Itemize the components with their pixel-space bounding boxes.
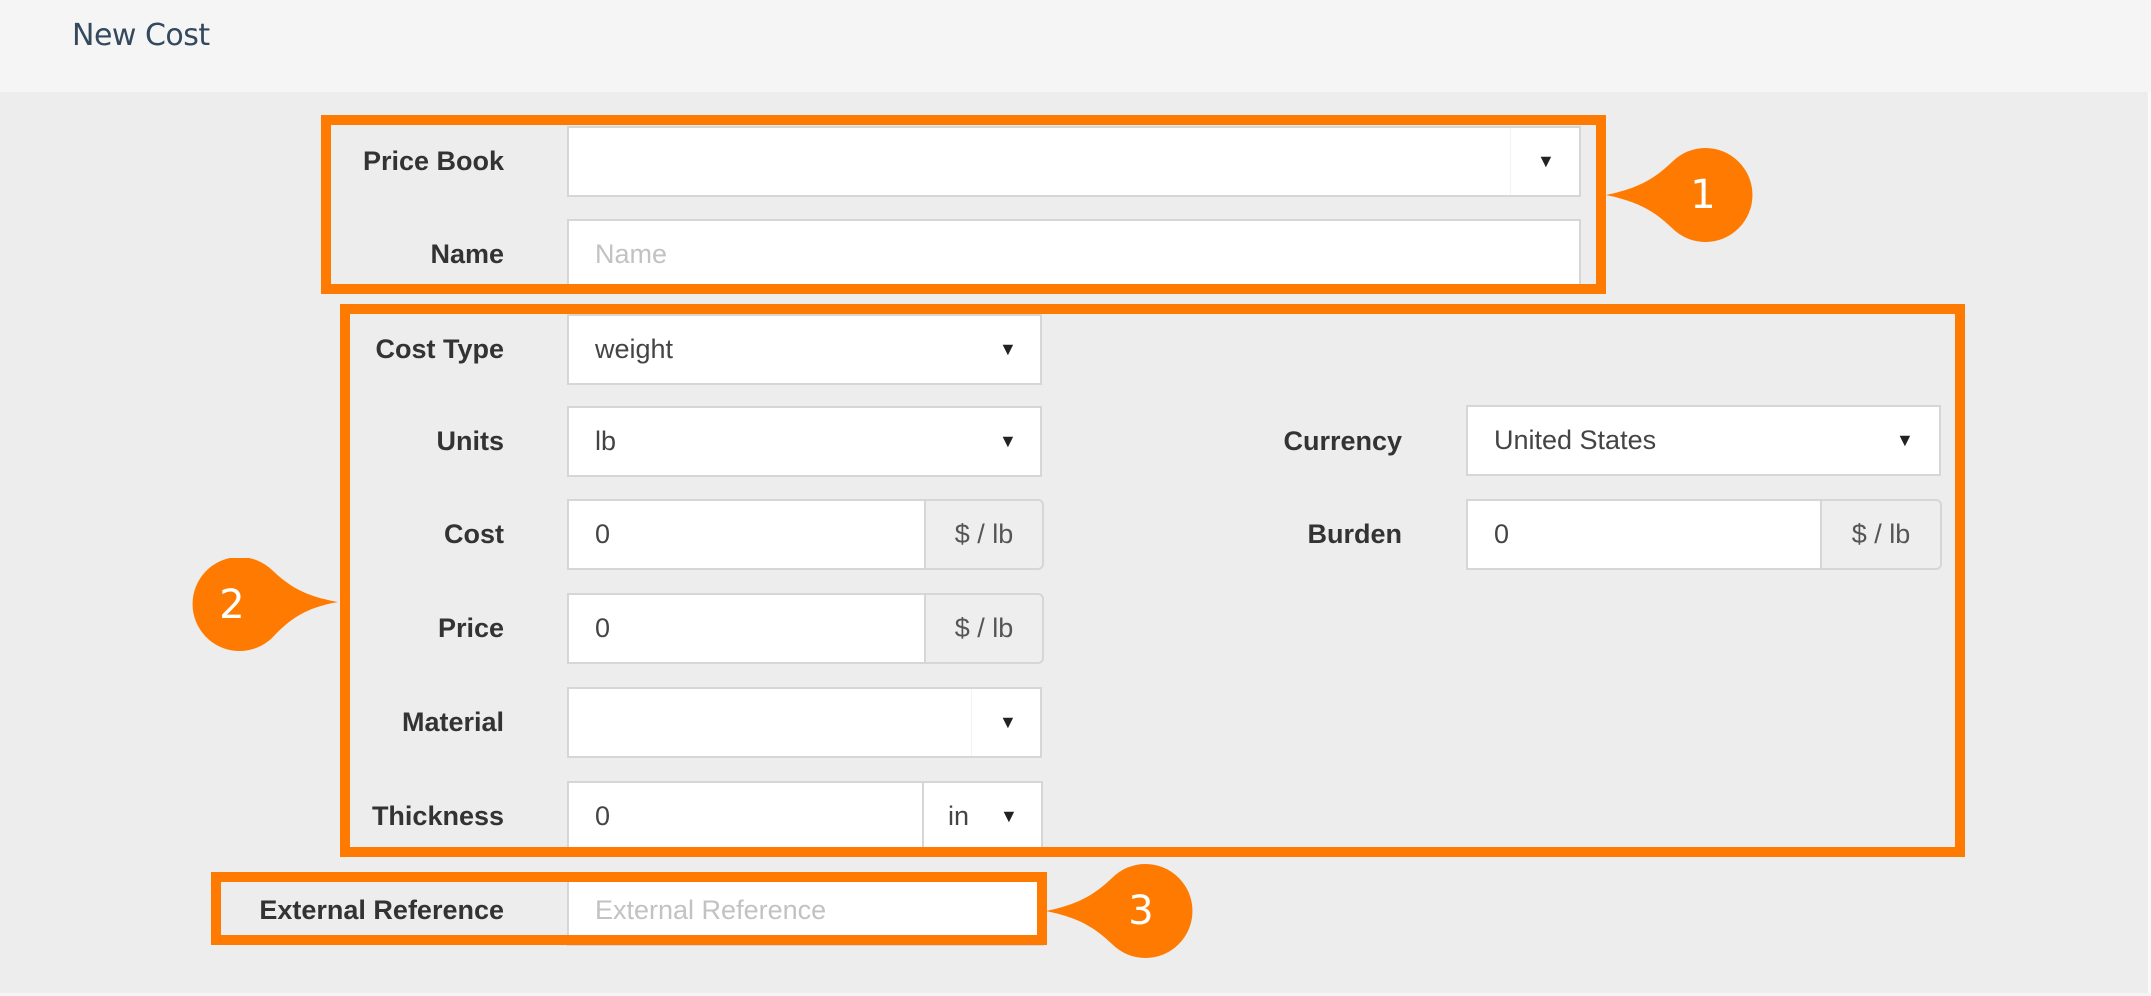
price-field[interactable]: 0 $ / lb: [567, 593, 1044, 664]
chevron-down-icon[interactable]: ▼: [1896, 407, 1914, 474]
cost-type-label: Cost Type: [375, 334, 504, 364]
callout-2: 2: [184, 557, 344, 654]
units-label: Units: [436, 426, 505, 456]
units-select[interactable]: lb ▼: [567, 406, 1042, 477]
burden-field[interactable]: 0 $ / lb: [1466, 499, 1942, 570]
burden-unit-addon: $ / lb: [1820, 499, 1942, 570]
chevron-down-icon[interactable]: ▼: [999, 408, 1017, 475]
cost-value[interactable]: 0: [595, 501, 610, 568]
chevron-down-icon[interactable]: ▼: [999, 689, 1017, 756]
callout-1: 1: [1600, 148, 1760, 244]
callout-shape-icon: [1046, 864, 1193, 958]
name-input[interactable]: [569, 221, 1579, 288]
select-separator: [1510, 128, 1511, 195]
currency-label: Currency: [1283, 426, 1402, 456]
price-value[interactable]: 0: [595, 595, 610, 662]
burden-label: Burden: [1307, 519, 1403, 549]
material-label: Material: [401, 707, 504, 737]
cost-label: Cost: [444, 519, 504, 549]
currency-select[interactable]: United States ▼: [1466, 405, 1941, 476]
chevron-down-icon[interactable]: ▼: [999, 316, 1017, 383]
callout-number: 2: [219, 582, 245, 628]
callout-shape-icon: [192, 557, 338, 651]
highlight-box-2: [340, 304, 1965, 857]
cost-unit-addon: $ / lb: [924, 499, 1044, 570]
name-field[interactable]: [567, 219, 1581, 290]
chevron-down-icon[interactable]: ▼: [1000, 783, 1018, 850]
thickness-label: Thickness: [371, 801, 504, 831]
burden-value[interactable]: 0: [1494, 501, 1509, 568]
cost-type-value: weight: [595, 334, 674, 364]
price-label: Price: [437, 613, 504, 643]
page-header: New Cost: [0, 0, 2151, 92]
callout-number: 1: [1690, 172, 1716, 218]
chevron-down-icon[interactable]: ▼: [1537, 128, 1555, 195]
name-label: Name: [430, 239, 504, 269]
currency-value: United States: [1494, 425, 1657, 455]
thickness-field[interactable]: 0: [567, 781, 924, 857]
material-select[interactable]: ▼: [567, 687, 1042, 758]
price-book-label: Price Book: [362, 146, 504, 176]
callout-number: 3: [1128, 888, 1154, 934]
cost-field[interactable]: 0 $ / lb: [567, 499, 1044, 570]
thickness-value[interactable]: 0: [595, 783, 610, 850]
cost-type-select[interactable]: weight ▼: [567, 314, 1042, 385]
external-reference-label: External Reference: [259, 895, 504, 925]
callout-shape-icon: [1606, 148, 1753, 242]
page-title: New Cost: [72, 18, 210, 53]
select-separator: [971, 689, 972, 756]
thickness-unit-select[interactable]: in ▼: [922, 781, 1043, 857]
thickness-unit-value: in: [948, 801, 970, 831]
external-reference-input[interactable]: [569, 877, 1042, 944]
price-book-select[interactable]: ▼: [567, 126, 1581, 197]
external-reference-field[interactable]: [567, 875, 1044, 946]
callout-3: 3: [1040, 864, 1200, 960]
price-unit-addon: $ / lb: [924, 593, 1044, 664]
units-value: lb: [595, 426, 617, 456]
